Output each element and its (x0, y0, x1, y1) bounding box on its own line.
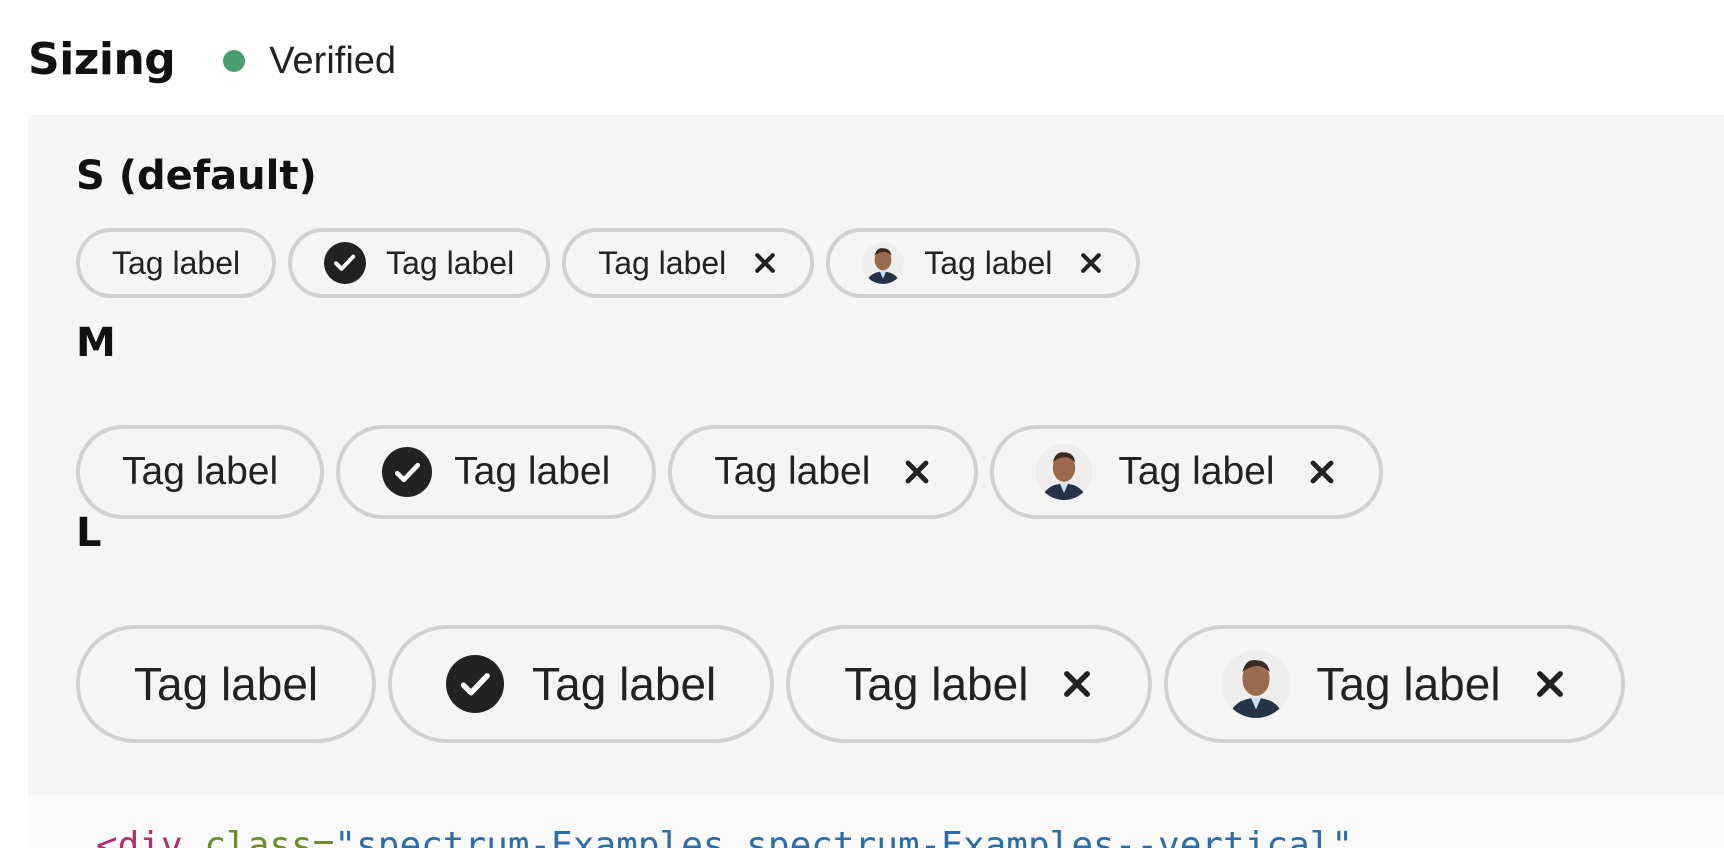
cross-icon[interactable] (1078, 250, 1104, 276)
tag-label: Tag label (1118, 450, 1275, 493)
size-heading-m: M (76, 320, 116, 366)
tag-with-avatar[interactable]: Tag label (990, 425, 1383, 519)
tag-plain[interactable]: Tag label (76, 228, 277, 298)
tag-removable[interactable]: Tag label (786, 625, 1153, 743)
tag-label: Tag label (134, 658, 319, 710)
checkmark-circle-icon (324, 242, 367, 284)
avatar (1222, 650, 1291, 718)
tag-label: Tag label (598, 244, 727, 281)
tag-with-checkmark[interactable]: Tag label (288, 228, 551, 298)
tag-label: Tag label (532, 658, 717, 710)
size-heading-s: S (default) (76, 153, 317, 199)
code-string-token: "spectrum-Examples spectrum-Examples--ve… (334, 825, 1354, 848)
tag-with-checkmark[interactable]: Tag label (388, 625, 775, 743)
tag-label: Tag label (1316, 658, 1501, 710)
tag-row-s: Tag label Tag label Tag label Tag label (76, 228, 1152, 298)
cross-icon[interactable] (1533, 667, 1567, 701)
tag-plain[interactable]: Tag label (76, 425, 325, 519)
code-line: <div class="spectrum-Examples spectrum-E… (96, 825, 1353, 848)
avatar (862, 242, 905, 284)
cross-icon[interactable] (752, 250, 778, 276)
checkmark-circle-icon (446, 655, 505, 713)
tag-with-avatar[interactable]: Tag label (1164, 625, 1625, 743)
tag-row-m: Tag label Tag label Tag label Tag label (76, 425, 1395, 519)
status-label: Verified (269, 39, 397, 82)
status-dot-icon (223, 50, 246, 72)
cross-icon[interactable] (1307, 457, 1337, 487)
tag-label: Tag label (386, 244, 515, 281)
tag-row-l: Tag label Tag label Tag label Tag label (76, 625, 1637, 743)
tag-label: Tag label (122, 450, 279, 493)
cross-icon[interactable] (902, 457, 932, 487)
code-snippet: <div class="spectrum-Examples spectrum-E… (28, 795, 1724, 848)
tag-label: Tag label (454, 450, 611, 493)
section-header: Sizing Verified (28, 24, 396, 94)
tag-label: Tag label (924, 244, 1053, 281)
tag-plain[interactable]: Tag label (76, 625, 377, 743)
code-attr-token: class= (182, 825, 335, 848)
tag-removable[interactable]: Tag label (562, 228, 815, 298)
section-title: Sizing (28, 33, 176, 85)
code-tag-token: <div (96, 825, 183, 848)
avatar (1036, 444, 1093, 500)
example-panel: S (default) Tag label Tag label Tag labe… (28, 115, 1724, 795)
cross-icon[interactable] (1060, 667, 1094, 701)
tag-removable[interactable]: Tag label (668, 425, 979, 519)
checkmark-circle-icon (382, 447, 433, 497)
status-indicator: Verified (223, 40, 396, 83)
tag-label: Tag label (112, 244, 241, 281)
tag-with-checkmark[interactable]: Tag label (336, 425, 657, 519)
tag-label: Tag label (714, 450, 871, 493)
tag-label: Tag label (844, 658, 1029, 710)
size-heading-l: L (76, 510, 102, 556)
page: Sizing Verified S (default) Tag label Ta… (0, 0, 1724, 848)
tag-with-avatar[interactable]: Tag label (826, 228, 1141, 298)
